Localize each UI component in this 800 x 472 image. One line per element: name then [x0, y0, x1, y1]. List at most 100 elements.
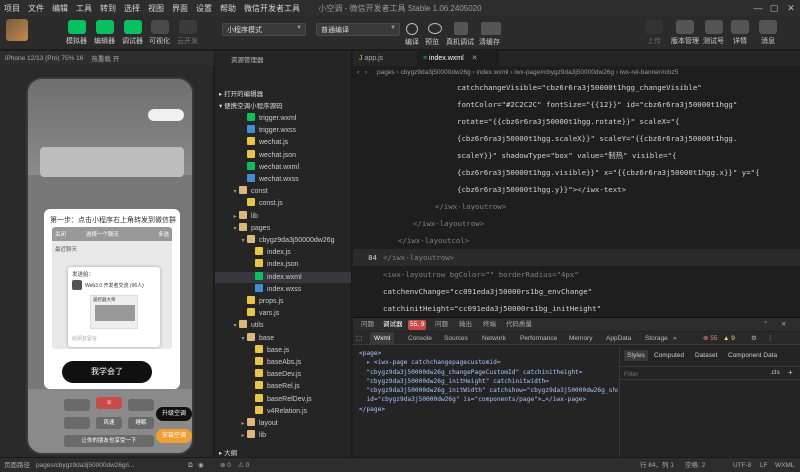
folder-item[interactable]: ▾ const	[215, 186, 351, 198]
tab-terminal[interactable]: 终端	[483, 318, 496, 331]
menu-goto[interactable]: 转到	[96, 3, 120, 14]
code-line[interactable]: 84 </iwx-layoutrow>	[353, 249, 800, 266]
folder-item[interactable]: ▸ layout	[215, 418, 351, 430]
file-item[interactable]: baseDev.js	[215, 369, 351, 381]
tab-storage[interactable]: Storage	[645, 332, 668, 345]
folder-item[interactable]: ▾ base	[215, 332, 351, 345]
inspect-icon[interactable]: ⬚	[356, 332, 362, 345]
editor-button[interactable]: 编辑器	[94, 20, 115, 46]
mode-select[interactable]: 小程序模式 ▼	[222, 23, 306, 36]
details-button[interactable]: 详情	[731, 20, 749, 46]
folder-item[interactable]: ▸ lib	[215, 430, 351, 442]
compile-icon[interactable]	[406, 23, 418, 35]
code-line[interactable]: fontColor="#2C2C2C" fontSize="{{12}}" id…	[353, 96, 800, 113]
file-item[interactable]: index.wxss	[215, 283, 351, 296]
tab-sources[interactable]: Sources	[444, 332, 468, 345]
tab-performance[interactable]: Performance	[520, 332, 557, 345]
got-it-button[interactable]: 我学会了	[62, 361, 152, 383]
forward-icon[interactable]: ›	[365, 69, 367, 76]
file-item[interactable]: props.js	[215, 296, 351, 308]
error-status[interactable]: ⊗ 0	[220, 458, 231, 472]
power-button[interactable]: ①	[96, 397, 122, 409]
tab-code-quality[interactable]: 代码质量	[506, 318, 532, 331]
compile-select[interactable]: 普通编译 ▼	[316, 23, 400, 36]
cursor-position[interactable]: 行 84，列 1	[640, 458, 674, 472]
code-line[interactable]: catchinitHeight="cc091eda3j50000rs1bg_in…	[353, 300, 800, 317]
file-item[interactable]: trigger.wxss	[215, 125, 351, 137]
eye-icon[interactable]: ◉	[198, 458, 204, 472]
tab-styles[interactable]: Styles	[624, 350, 648, 361]
project-section[interactable]: ▾ 便携空调小程序源码	[215, 101, 351, 112]
more-icon[interactable]: ⋮	[767, 332, 774, 345]
code-line[interactable]: <iwx-layoutrow bgColor="" borderRadius="…	[353, 266, 800, 283]
folder-item[interactable]: ▾ pages	[215, 222, 351, 235]
clear-cache-icon[interactable]	[481, 22, 501, 35]
encoding[interactable]: UTF-8	[733, 458, 751, 472]
file-item[interactable]: trigger.wxml	[215, 113, 351, 125]
menu-file[interactable]: 文件	[24, 3, 48, 14]
file-item[interactable]: wechat.json	[215, 149, 351, 162]
close-icon[interactable]: ✕	[472, 55, 478, 62]
remote-button[interactable]	[128, 399, 154, 411]
tab-computed[interactable]: Computed	[654, 350, 684, 361]
code-line[interactable]: catchenvChange="cc091eda3j50000rs1bg_env…	[353, 283, 800, 300]
tab-wxml[interactable]: Wxml	[370, 332, 395, 345]
file-item[interactable]: baseAbs.js	[215, 357, 351, 369]
tab-component-data[interactable]: Component Data	[728, 350, 777, 361]
tab-app-js[interactable]: J app.js	[353, 51, 417, 66]
file-item[interactable]: baseRel.js	[215, 381, 351, 393]
tab-console[interactable]: Console	[408, 332, 432, 345]
menu-help[interactable]: 帮助	[216, 3, 240, 14]
file-item[interactable]: base.js	[215, 344, 351, 357]
menu-interface[interactable]: 界面	[168, 3, 192, 14]
code-line[interactable]: {cbz6r6ra3j50000t1hgg.y}}"></iwx-text>	[353, 181, 800, 198]
file-item[interactable]: wechat.wxss	[215, 174, 351, 186]
file-item[interactable]: index.js	[215, 247, 351, 259]
upgrade-button[interactable]: 升级空调	[156, 407, 192, 421]
upload-button[interactable]: 上传	[645, 20, 663, 46]
menu-edit[interactable]: 编辑	[48, 3, 72, 14]
debugger-button[interactable]: 调试器	[122, 20, 143, 46]
menu-view[interactable]: 视图	[144, 3, 168, 14]
messages-button[interactable]: 消息	[759, 20, 777, 46]
open-editors-section[interactable]: ▸ 打开的编辑器	[215, 89, 351, 100]
chevron-up-icon[interactable]: ⌃	[763, 318, 768, 331]
code-area[interactable]: catchchangeVisible="cbz6r6ra3j50000t1hgg…	[353, 79, 800, 317]
remote-button[interactable]	[64, 399, 90, 411]
capsule-menu[interactable]	[148, 109, 184, 121]
menu-project[interactable]: 项目	[0, 3, 24, 14]
close-icon[interactable]: ✕	[781, 318, 786, 331]
code-line[interactable]: {cbz6r6ra3j50000t1hgg.scaleX}}" scaleY="…	[353, 130, 800, 147]
menu-select[interactable]: 选择	[120, 3, 144, 14]
file-item[interactable]: index.wxml	[215, 271, 351, 284]
file-item[interactable]: index.json	[215, 259, 351, 271]
clear-cache-button[interactable]: 清缓存	[479, 37, 500, 47]
preview-icon[interactable]	[428, 23, 442, 34]
cls-button[interactable]: .cls	[770, 369, 780, 376]
code-line[interactable]: </iwx-layoutrow>	[353, 215, 800, 232]
mode-button[interactable]: 风速	[96, 417, 122, 429]
code-line[interactable]: rotate="{{cbz6r6ra3j50000t1hgg.rotate}}"…	[353, 113, 800, 130]
more-tabs-icon[interactable]: »	[673, 332, 677, 345]
code-line[interactable]: catchchangeVisible="cbz6r6ra3j50000t1hgg…	[353, 79, 800, 96]
folder-item[interactable]: ▾ cbygz9da3j50000dw26g	[215, 235, 351, 247]
line-ending[interactable]: LF	[760, 458, 768, 472]
avatar[interactable]	[6, 19, 28, 41]
compile-button[interactable]: 编译	[405, 37, 419, 47]
test-account-button[interactable]: 测试号	[703, 20, 724, 46]
code-line[interactable]: {cbz6r6ra3j50000t1hgg.visible}}" x="{{cb…	[353, 164, 800, 181]
copy-icon[interactable]: ⧉	[188, 458, 193, 472]
file-item[interactable]: baseRelDev.js	[215, 393, 351, 406]
gear-icon[interactable]: ⚙	[751, 332, 757, 345]
add-rule-icon[interactable]: +	[788, 368, 793, 377]
page-path[interactable]: pages/cbygz9da3j50000dw26g/i...	[36, 458, 134, 472]
tab-network[interactable]: Network	[482, 332, 506, 345]
menu-tools[interactable]: 工具	[72, 3, 96, 14]
language-mode[interactable]: WXML	[775, 458, 795, 472]
folder-item[interactable]: ▸ lib	[215, 210, 351, 223]
sleep-button[interactable]: 睡眠	[128, 417, 154, 429]
code-line[interactable]: </iwx-layoutcol>	[353, 232, 800, 249]
close-icon[interactable]: ✕	[785, 2, 797, 14]
menu-settings[interactable]: 设置	[192, 3, 216, 14]
tab-issues[interactable]: 问题	[435, 318, 448, 331]
